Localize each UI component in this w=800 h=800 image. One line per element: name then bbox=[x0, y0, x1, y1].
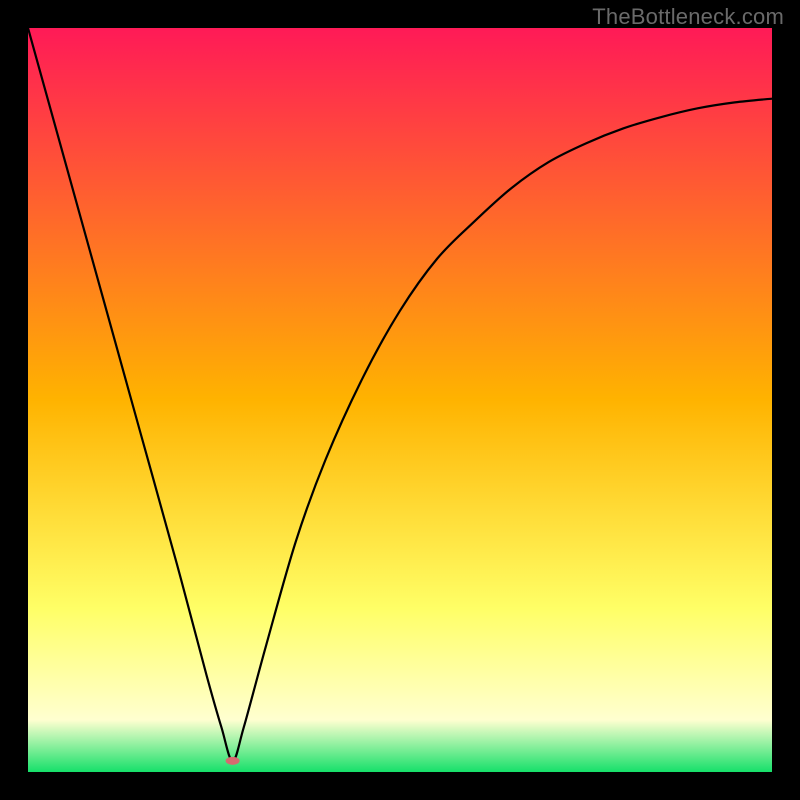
minimum-marker bbox=[226, 757, 240, 765]
chart-frame: TheBottleneck.com bbox=[0, 0, 800, 800]
watermark-text: TheBottleneck.com bbox=[592, 4, 784, 30]
chart-svg bbox=[28, 28, 772, 772]
plot-area bbox=[28, 28, 772, 772]
gradient-background bbox=[28, 28, 772, 772]
